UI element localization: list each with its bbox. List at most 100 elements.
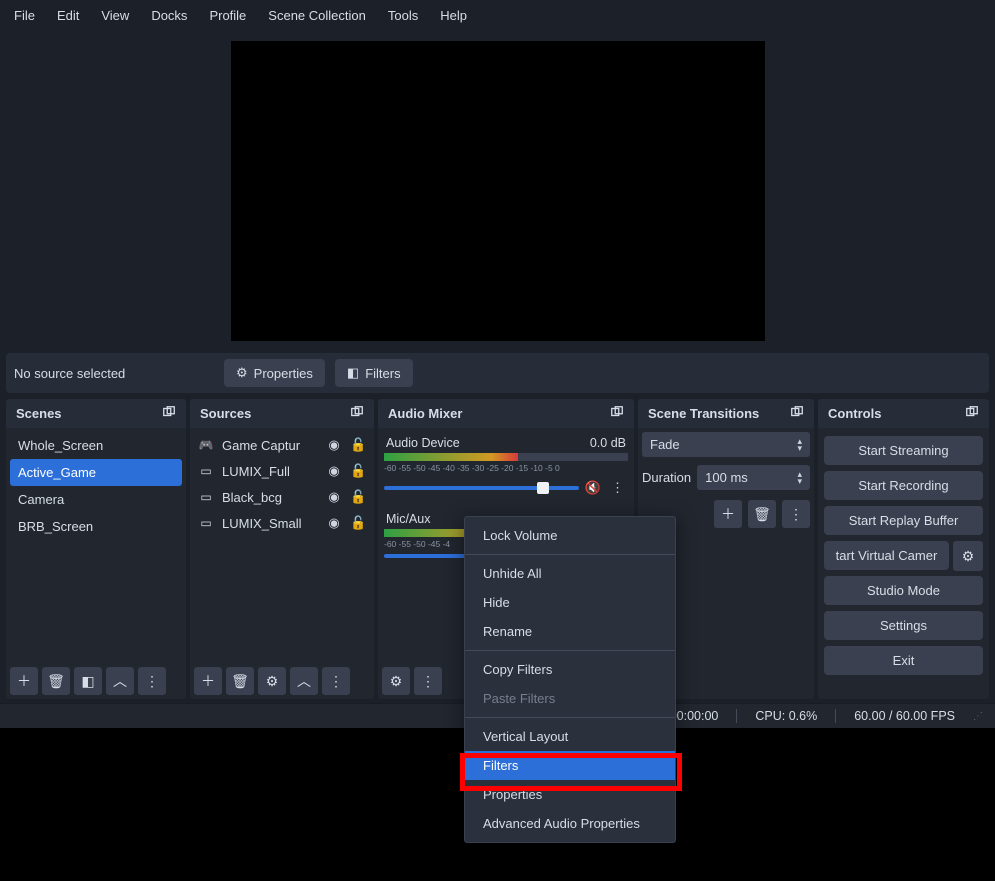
visibility-icon[interactable]: ◉ xyxy=(326,515,342,531)
more-icon[interactable]: ⋮ xyxy=(322,667,350,695)
separator xyxy=(465,554,675,555)
channel-name: Audio Device xyxy=(386,436,460,450)
source-name: Black_bcg xyxy=(222,490,318,505)
source-name: LUMIX_Small xyxy=(222,516,318,531)
studio-mode-button[interactable]: Studio Mode xyxy=(824,576,983,605)
menu-docks[interactable]: Docks xyxy=(141,4,197,27)
virtual-camera-settings-button[interactable]: ⚙ xyxy=(953,541,983,571)
ctx-filters[interactable]: Filters xyxy=(465,751,675,780)
move-up-button[interactable]: ︿ xyxy=(290,667,318,695)
popout-icon[interactable] xyxy=(965,405,979,422)
scenes-list: Whole_Screen Active_Game Camera BRB_Scre… xyxy=(6,428,186,663)
ctx-advanced-audio[interactable]: Advanced Audio Properties xyxy=(465,809,675,838)
volume-slider[interactable] xyxy=(384,486,579,490)
ctx-lock-volume[interactable]: Lock Volume xyxy=(465,521,675,550)
popout-icon[interactable] xyxy=(162,405,176,422)
separator xyxy=(465,717,675,718)
popout-icon[interactable] xyxy=(790,405,804,422)
lock-icon[interactable]: 🔓 xyxy=(350,463,366,479)
source-item[interactable]: ▭ LUMIX_Full ◉ 🔓 xyxy=(194,458,370,484)
channel-name: Mic/Aux xyxy=(386,512,430,526)
menu-edit[interactable]: Edit xyxy=(47,4,89,27)
mixer-title: Audio Mixer xyxy=(388,406,462,421)
menu-file[interactable]: File xyxy=(4,4,45,27)
ctx-unhide-all[interactable]: Unhide All xyxy=(465,559,675,588)
popout-icon[interactable] xyxy=(610,405,624,422)
divider xyxy=(736,709,737,723)
source-name: LUMIX_Full xyxy=(222,464,318,479)
scenes-title: Scenes xyxy=(16,406,62,421)
lock-icon[interactable]: 🔓 xyxy=(350,489,366,505)
properties-label: Properties xyxy=(254,366,313,381)
scene-item[interactable]: BRB_Screen xyxy=(10,513,182,540)
add-source-button[interactable]: ＋ xyxy=(194,667,222,695)
add-transition-button[interactable]: ＋ xyxy=(714,500,742,528)
remove-scene-button[interactable]: 🗑 xyxy=(42,667,70,695)
add-scene-button[interactable]: ＋ xyxy=(10,667,38,695)
channel-options-icon[interactable]: ⋮ xyxy=(607,478,628,498)
no-source-label: No source selected xyxy=(14,366,214,381)
ctx-properties[interactable]: Properties xyxy=(465,780,675,809)
start-replay-buffer-button[interactable]: Start Replay Buffer xyxy=(824,506,983,535)
move-up-button[interactable]: ︿ xyxy=(106,667,134,695)
menu-help[interactable]: Help xyxy=(430,4,477,27)
gear-icon: ⚙ xyxy=(236,365,248,381)
duration-input[interactable]: 100 ms ▴▾ xyxy=(697,465,810,490)
transitions-title: Scene Transitions xyxy=(648,406,759,421)
ctx-vertical-layout[interactable]: Vertical Layout xyxy=(465,722,675,751)
popout-icon[interactable] xyxy=(350,405,364,422)
resize-grip-icon[interactable]: ⋰ xyxy=(973,711,981,722)
transition-options-icon[interactable]: ⋮ xyxy=(782,500,810,528)
menu-profile[interactable]: Profile xyxy=(199,4,256,27)
scene-item[interactable]: Camera xyxy=(10,486,182,513)
duration-value: 100 ms xyxy=(705,470,748,485)
source-item[interactable]: ▭ LUMIX_Small ◉ 🔓 xyxy=(194,510,370,536)
remove-source-button[interactable]: 🗑 xyxy=(226,667,254,695)
ctx-copy-filters[interactable]: Copy Filters xyxy=(465,655,675,684)
display-icon: ▭ xyxy=(198,464,214,478)
source-item[interactable]: 🎮 Game Captur ◉ 🔓 xyxy=(194,432,370,458)
mute-icon[interactable]: 🔇 xyxy=(585,480,601,496)
ctx-rename[interactable]: Rename xyxy=(465,617,675,646)
scene-item[interactable]: Whole_Screen xyxy=(10,432,182,459)
sources-title: Sources xyxy=(200,406,251,421)
meter-ticks: -60 -55 -50 -45 -40 -35 -30 -25 -20 -15 … xyxy=(384,463,628,473)
separator xyxy=(465,650,675,651)
controls-panel: Controls Start Streaming Start Recording… xyxy=(818,399,989,699)
menu-tools[interactable]: Tools xyxy=(378,4,428,27)
display-icon: ▭ xyxy=(198,516,214,530)
divider xyxy=(835,709,836,723)
visibility-icon[interactable]: ◉ xyxy=(326,437,342,453)
start-streaming-button[interactable]: Start Streaming xyxy=(824,436,983,465)
filters-icon: ◧ xyxy=(347,365,359,381)
filters-button[interactable]: ◧ Filters xyxy=(335,359,413,387)
menu-scene-collection[interactable]: Scene Collection xyxy=(258,4,376,27)
spinner-icon: ▴▾ xyxy=(797,471,802,485)
cpu-status: CPU: 0.6% xyxy=(755,709,817,723)
lock-icon[interactable]: 🔓 xyxy=(350,437,366,453)
select-spinner-icon: ▴▾ xyxy=(797,438,802,452)
lock-icon[interactable]: 🔓 xyxy=(350,515,366,531)
preview-area xyxy=(0,31,995,351)
source-item[interactable]: ▭ Black_bcg ◉ 🔓 xyxy=(194,484,370,510)
scene-filter-button[interactable]: ◧ xyxy=(74,667,102,695)
visibility-icon[interactable]: ◉ xyxy=(326,463,342,479)
properties-button[interactable]: ⚙ Properties xyxy=(224,359,325,387)
mixer-settings-button[interactable]: ⚙ xyxy=(382,667,410,695)
more-icon[interactable]: ⋮ xyxy=(414,667,442,695)
transition-select[interactable]: Fade ▴▾ xyxy=(642,432,810,457)
remove-transition-button[interactable]: 🗑 xyxy=(748,500,776,528)
virtual-camera-button[interactable]: tart Virtual Camer xyxy=(824,541,949,570)
settings-button[interactable]: Settings xyxy=(824,611,983,640)
scene-item[interactable]: Active_Game xyxy=(10,459,182,486)
more-icon[interactable]: ⋮ xyxy=(138,667,166,695)
sources-list: 🎮 Game Captur ◉ 🔓 ▭ LUMIX_Full ◉ 🔓 ▭ Bla… xyxy=(190,428,374,663)
visibility-icon[interactable]: ◉ xyxy=(326,489,342,505)
exit-button[interactable]: Exit xyxy=(824,646,983,675)
start-recording-button[interactable]: Start Recording xyxy=(824,471,983,500)
source-settings-button[interactable]: ⚙ xyxy=(258,667,286,695)
preview-canvas[interactable] xyxy=(231,41,765,341)
menu-view[interactable]: View xyxy=(91,4,139,27)
scenes-panel: Scenes Whole_Screen Active_Game Camera B… xyxy=(6,399,186,699)
ctx-hide[interactable]: Hide xyxy=(465,588,675,617)
